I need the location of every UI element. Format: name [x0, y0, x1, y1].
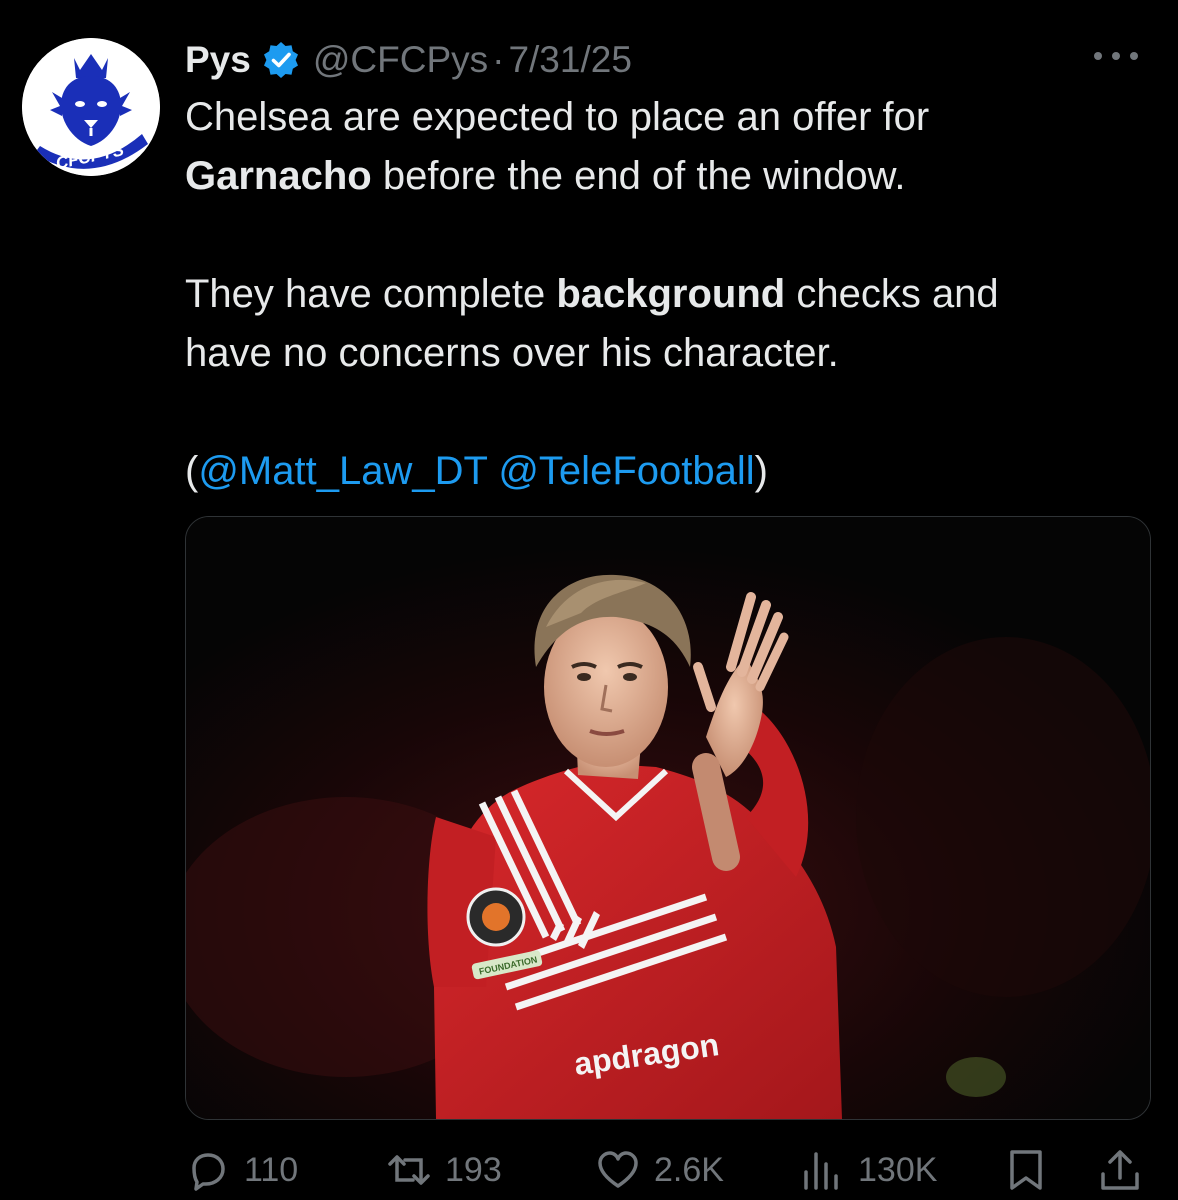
display-name[interactable]: Pys	[185, 39, 251, 81]
player-name: Garnacho	[185, 154, 372, 198]
bookmark-button[interactable]	[1004, 1148, 1062, 1192]
like-button[interactable]: 2.6K	[596, 1148, 724, 1192]
views-icon	[804, 1152, 838, 1190]
view-count: 130K	[858, 1150, 938, 1189]
cfcpys-logo: CFCPYS	[22, 38, 160, 176]
tweet: CFCPYS Pys @CFCPys · 7/31/25 Chelsea are…	[0, 0, 1178, 1200]
reply-button[interactable]: 110	[186, 1148, 298, 1192]
tweet-line: have no concerns over his character.	[185, 324, 1145, 383]
more-options-icon[interactable]	[1094, 44, 1138, 68]
tweet-line: Garnacho before the end of the window.	[185, 147, 1145, 206]
verified-badge-icon	[261, 40, 301, 80]
more-dot	[1094, 52, 1102, 60]
share-icon	[1101, 1150, 1139, 1190]
reply-icon	[192, 1153, 225, 1191]
mention-link[interactable]: @TeleFootball	[498, 449, 754, 493]
avatar[interactable]: CFCPYS	[22, 38, 160, 176]
views-button[interactable]: 130K	[800, 1148, 937, 1192]
more-dot	[1112, 52, 1120, 60]
source-close-paren: )	[754, 449, 768, 493]
tweet-line-3-pre: They have complete	[185, 272, 557, 316]
source-line: (@Matt_Law_DT @TeleFootball)	[185, 442, 1145, 501]
user-handle[interactable]: @CFCPys	[313, 39, 488, 81]
action-bar: 110 193 2.6K 130K	[0, 1140, 1178, 1200]
tweet-line-1: Chelsea are expected to place an offer f…	[185, 95, 930, 139]
tweet-line-4: have no concerns over his character.	[185, 331, 839, 375]
tweet-line: They have complete background checks and	[185, 265, 1145, 324]
tweet-line-2-rest: before the end of the window.	[371, 154, 906, 198]
tweet-header: Pys @CFCPys · 7/31/25	[185, 30, 632, 90]
like-icon	[598, 1151, 638, 1188]
tweet-date[interactable]: 7/31/25	[508, 39, 631, 81]
like-count: 2.6K	[654, 1150, 724, 1189]
separator-dot: ·	[492, 39, 505, 80]
retweet-button[interactable]: 193	[387, 1148, 502, 1192]
mention-link[interactable]: @Matt_Law_DT	[198, 449, 487, 493]
bookmark-icon	[1010, 1150, 1042, 1190]
retweet-icon	[388, 1155, 430, 1185]
share-button[interactable]	[1098, 1148, 1156, 1192]
bold-word: background	[556, 272, 786, 316]
more-dot	[1130, 52, 1138, 60]
reply-count: 110	[244, 1150, 299, 1189]
player-photo: FOUNDATION apdragon	[186, 517, 1150, 1119]
tweet-media-image[interactable]: FOUNDATION apdragon	[185, 516, 1151, 1120]
tweet-text: Chelsea are expected to place an offer f…	[185, 88, 1145, 501]
tweet-line-3-post: checks and	[785, 272, 999, 316]
tweet-line: Chelsea are expected to place an offer f…	[185, 88, 1145, 147]
retweet-count: 193	[445, 1150, 502, 1189]
source-open-paren: (	[185, 449, 199, 493]
